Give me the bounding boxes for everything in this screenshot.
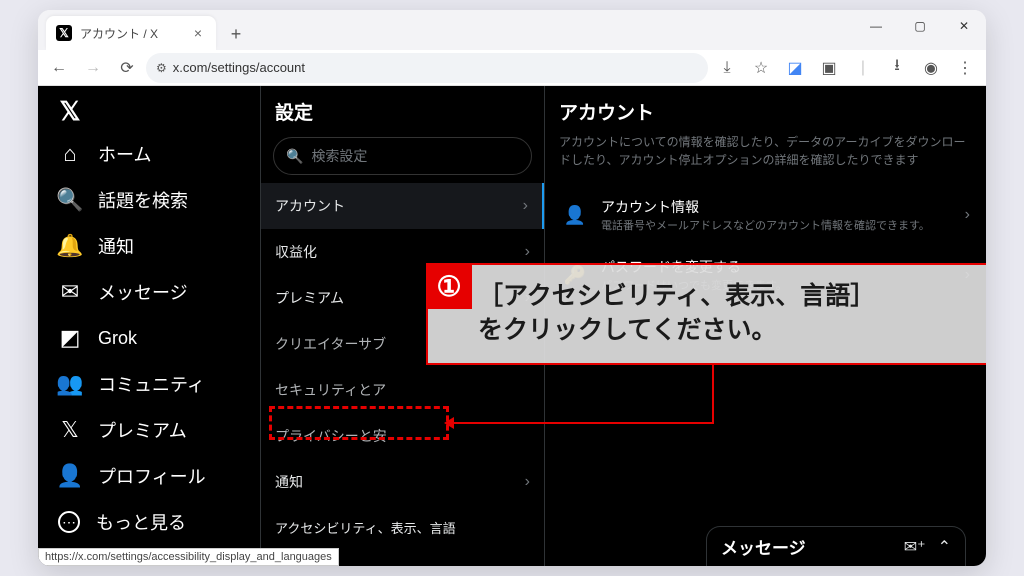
search-placeholder: 検索設定 xyxy=(311,146,367,166)
primary-nav: 𝕏 ⌂ ホーム 🔍 話題を検索 🔔 通知 ✉ メッセージ ◩ Grok 👥 コミュニティ 𝕏… xyxy=(38,86,260,566)
settings-row-accessibility[interactable]: アクセシビリティ、表示、言語 xyxy=(261,505,544,550)
nav-grok[interactable]: ◩ Grok xyxy=(46,315,252,361)
divider: | xyxy=(848,53,878,83)
search-icon: 🔍 xyxy=(58,187,82,213)
settings-row-notifications[interactable]: 通知 › xyxy=(261,459,544,505)
nav-label: プロフィール xyxy=(98,463,206,489)
downloads-icon[interactable]: ⭳ xyxy=(882,53,912,83)
detail-row-sub: 電話番号やメールアドレスなどのアカウント情報を確認できます。 xyxy=(601,217,953,233)
menu-icon[interactable]: ⋮ xyxy=(950,53,980,83)
ext1-icon[interactable]: ◪ xyxy=(780,53,810,83)
people-icon: 👥 xyxy=(58,371,82,397)
settings-search-wrap: 🔍 検索設定 xyxy=(261,137,544,183)
settings-row-label: アカウント xyxy=(275,196,345,216)
minimize-button[interactable]: — xyxy=(854,10,898,42)
settings-row-label: 通知 xyxy=(275,472,303,492)
nav-label: プレミアム xyxy=(98,417,187,443)
settings-row-label: セキュリティとア xyxy=(275,380,386,400)
settings-row-label: クリエイターサブ xyxy=(275,334,386,354)
person-icon: 👤 xyxy=(561,205,589,226)
bell-icon: 🔔 xyxy=(58,233,82,259)
nav-profile[interactable]: 👤 プロフィール xyxy=(46,453,252,499)
tab-strip: 𝕏 アカウント / X × + — ▢ ✕ xyxy=(38,10,986,50)
detail-row-text: アカウント情報 電話番号やメールアドレスなどのアカウント情報を確認できます。 xyxy=(601,197,953,233)
nav-label: メッセージ xyxy=(98,279,188,305)
detail-description: アカウントについての情報を確認したり、データのアーカイブをダウンロードしたり、ア… xyxy=(559,133,972,169)
browser-window: 𝕏 アカウント / X × + — ▢ ✕ ← → ⟳ ⚙ x.com/sett… xyxy=(38,10,986,566)
nav-label: もっと見る xyxy=(96,509,186,535)
chevron-right-icon: › xyxy=(525,473,530,491)
messages-dock[interactable]: メッセージ ✉⁺ ⌃ xyxy=(706,526,966,566)
messages-dock-label: メッセージ xyxy=(721,534,806,559)
highlight-box xyxy=(269,406,449,440)
callout-line1: ［アクセシビリティ、表示、言語］ xyxy=(478,282,875,310)
detail-title: アカウント xyxy=(559,98,972,125)
x-logo[interactable]: 𝕏 xyxy=(46,96,94,127)
nav-label: 通知 xyxy=(98,233,134,259)
profile-icon[interactable]: ◉ xyxy=(916,53,946,83)
grok-icon: ◩ xyxy=(58,325,82,351)
more-icon: ⋯ xyxy=(58,511,80,533)
tab-close-button[interactable]: × xyxy=(190,25,206,41)
window-controls: — ▢ ✕ xyxy=(854,10,986,42)
chevron-right-icon: › xyxy=(525,243,530,261)
url-text: x.com/settings/account xyxy=(173,60,305,75)
settings-row-account[interactable]: アカウント › xyxy=(261,183,544,229)
nav-more[interactable]: ⋯ もっと見る xyxy=(46,499,252,545)
nav-explore[interactable]: 🔍 話題を検索 xyxy=(46,177,252,223)
compose-message-icon[interactable]: ✉⁺ xyxy=(904,537,926,557)
x-favicon: 𝕏 xyxy=(56,25,72,41)
mail-icon: ✉ xyxy=(58,279,82,305)
nav-communities[interactable]: 👥 コミュニティ xyxy=(46,361,252,407)
nav-label: コミュニティ xyxy=(98,371,205,397)
chevron-right-icon: › xyxy=(965,206,970,224)
settings-row-label: プレミアム xyxy=(275,288,344,308)
detail-row-account-info[interactable]: 👤 アカウント情報 電話番号やメールアドレスなどのアカウント情報を確認できます。… xyxy=(559,185,972,245)
chevron-right-icon: › xyxy=(523,197,528,215)
arrow-horizontal xyxy=(452,422,714,424)
bookmark-icon[interactable]: ☆ xyxy=(746,53,776,83)
reload-button[interactable]: ⟳ xyxy=(112,53,142,83)
site-info-icon[interactable]: ⚙ xyxy=(156,61,167,75)
callout-box: ① ［アクセシビリティ、表示、言語］ をクリックしてください。 xyxy=(426,263,986,365)
close-button[interactable]: ✕ xyxy=(942,10,986,42)
home-icon: ⌂ xyxy=(58,141,82,167)
back-button[interactable]: ← xyxy=(44,53,74,83)
arrow-vertical xyxy=(712,365,714,423)
settings-row-label: 収益化 xyxy=(275,242,317,262)
settings-row-label: アクセシビリティ、表示、言語 xyxy=(275,518,456,537)
maximize-button[interactable]: ▢ xyxy=(898,10,942,42)
forward-button[interactable]: → xyxy=(78,53,108,83)
install-icon[interactable]: ⤓ xyxy=(712,53,742,83)
nav-label: Grok xyxy=(98,328,137,349)
toolbar: ← → ⟳ ⚙ x.com/settings/account ⤓ ☆ ◪ ▣ |… xyxy=(38,50,986,86)
nav-messages[interactable]: ✉ メッセージ xyxy=(46,269,252,315)
settings-title: 設定 xyxy=(261,86,544,137)
detail-row-title: アカウント情報 xyxy=(601,197,953,217)
callout-number: ① xyxy=(426,263,472,309)
tab-title: アカウント / X xyxy=(80,25,158,42)
nav-label: ホーム xyxy=(98,141,151,167)
search-icon: 🔍 xyxy=(286,148,303,165)
messages-dock-icons: ✉⁺ ⌃ xyxy=(904,537,951,557)
address-bar[interactable]: ⚙ x.com/settings/account xyxy=(146,53,708,83)
callout-number-text: ① xyxy=(436,270,461,303)
new-tab-button[interactable]: + xyxy=(222,20,250,48)
person-icon: 👤 xyxy=(58,463,82,489)
callout-line2: をクリックしてください。 xyxy=(478,316,777,344)
nav-home[interactable]: ⌂ ホーム xyxy=(46,131,252,177)
arrow-head xyxy=(444,417,454,429)
nav-notifications[interactable]: 🔔 通知 xyxy=(46,223,252,269)
status-bar: https://x.com/settings/accessibility_dis… xyxy=(38,548,339,566)
nav-premium[interactable]: 𝕏 プレミアム xyxy=(46,407,252,453)
x-icon: 𝕏 xyxy=(58,417,82,443)
callout-text: ［アクセシビリティ、表示、言語］ をクリックしてください。 xyxy=(478,280,875,348)
browser-tab[interactable]: 𝕏 アカウント / X × xyxy=(46,16,216,50)
expand-icon[interactable]: ⌃ xyxy=(938,537,951,557)
chevron-right-icon: › xyxy=(525,564,530,566)
ext2-icon[interactable]: ▣ xyxy=(814,53,844,83)
nav-label: 話題を検索 xyxy=(98,187,188,213)
settings-search[interactable]: 🔍 検索設定 xyxy=(273,137,532,175)
